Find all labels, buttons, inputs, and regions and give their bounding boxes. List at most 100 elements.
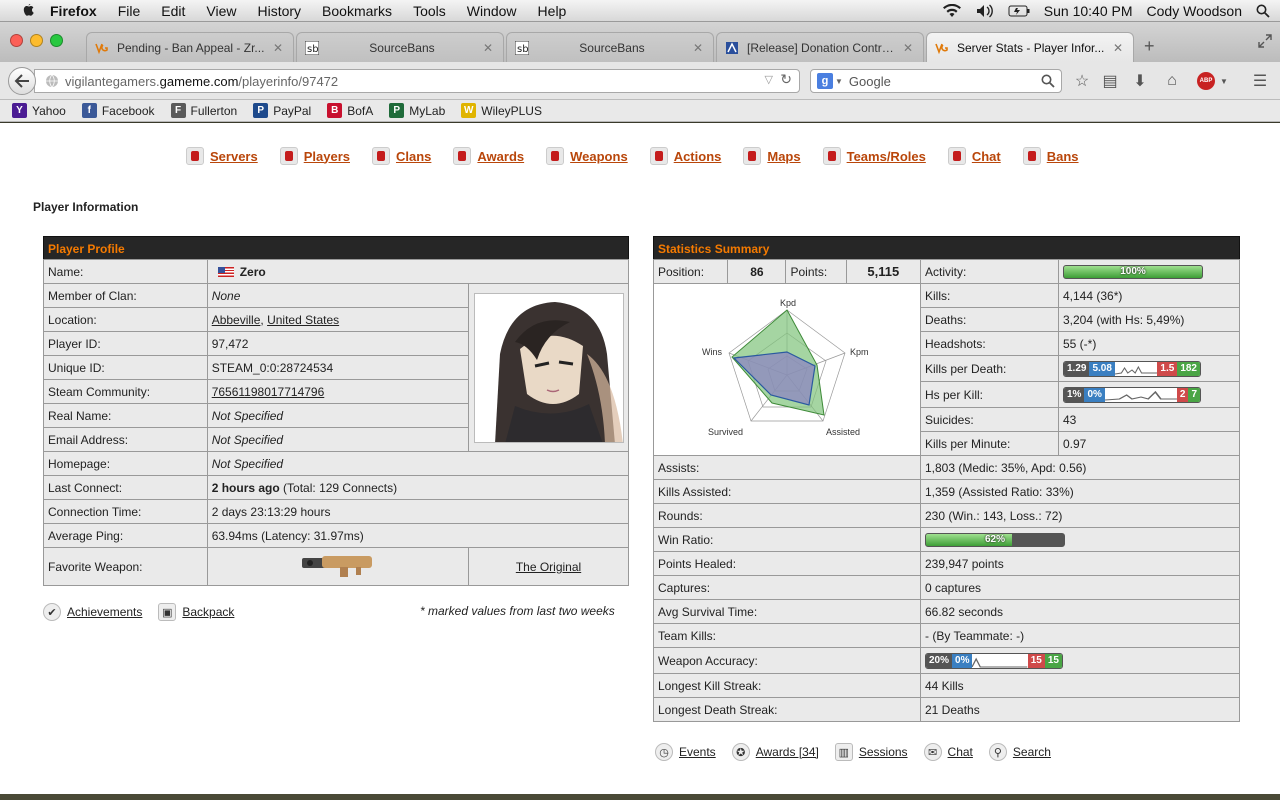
wifi-icon[interactable] bbox=[942, 4, 962, 18]
close-window-button[interactable] bbox=[10, 34, 23, 47]
awards-label[interactable]: Awards [34] bbox=[756, 745, 819, 759]
nav-link[interactable]: Weapons bbox=[570, 149, 628, 164]
url-bar[interactable]: vigilantegamers. gameme.com/playerinfo/97… bbox=[34, 69, 800, 93]
tab-sourcebans-1[interactable]: sb SourceBans ✕ bbox=[296, 32, 504, 62]
close-tab-icon[interactable]: ✕ bbox=[1113, 41, 1123, 55]
nav-link[interactable]: Chat bbox=[972, 149, 1001, 164]
search-icon[interactable] bbox=[1041, 74, 1055, 88]
downloads-icon[interactable]: ⬇ bbox=[1130, 71, 1150, 91]
clock[interactable]: Sun 10:40 PM bbox=[1044, 3, 1133, 19]
tab-donation-control[interactable]: [Release] Donation Contro... ✕ bbox=[716, 32, 924, 62]
volume-icon[interactable] bbox=[976, 4, 994, 18]
sessions-label[interactable]: Sessions bbox=[859, 745, 908, 759]
nav-link[interactable]: Maps bbox=[767, 149, 800, 164]
row-label: Headshots: bbox=[920, 331, 1059, 356]
nav-bans[interactable]: Bans bbox=[1022, 147, 1079, 165]
menu-tools[interactable]: Tools bbox=[413, 3, 446, 19]
average-ping-value: 63.94ms (Latency: 31.97ms) bbox=[206, 523, 630, 548]
close-tab-icon[interactable]: ✕ bbox=[273, 41, 283, 55]
bookmark-paypal[interactable]: P PayPal bbox=[253, 103, 311, 118]
google-search-engine-icon[interactable]: g bbox=[817, 73, 833, 89]
close-tab-icon[interactable]: ✕ bbox=[903, 41, 913, 55]
hamburger-menu-icon[interactable]: ☰ bbox=[1250, 71, 1270, 91]
magnifier-icon: ⚲ bbox=[988, 743, 1007, 761]
tab-ban-appeal[interactable]: Pending - Ban Appeal - Zr... ✕ bbox=[86, 32, 294, 62]
menu-history[interactable]: History bbox=[257, 3, 301, 19]
new-tab-button[interactable]: + bbox=[1144, 36, 1155, 57]
nav-link[interactable]: Players bbox=[304, 149, 350, 164]
search-link[interactable]: ⚲ Search bbox=[988, 743, 1051, 761]
rocket-launcher-icon[interactable] bbox=[300, 552, 376, 578]
reload-icon[interactable]: ↻ bbox=[780, 71, 792, 88]
bookmark-bofa[interactable]: B BofA bbox=[327, 103, 373, 118]
apple-icon[interactable] bbox=[20, 3, 36, 19]
menu-view[interactable]: View bbox=[206, 3, 236, 19]
nav-actions[interactable]: Actions bbox=[649, 147, 722, 165]
backpack-link[interactable]: ▣ Backpack bbox=[158, 603, 234, 621]
adblock-dropdown-icon[interactable]: ▼ bbox=[1214, 71, 1234, 91]
achievements-link[interactable]: ✔ Achievements bbox=[43, 603, 142, 621]
row-label: Kills per Minute: bbox=[920, 431, 1059, 456]
tab-server-stats[interactable]: Server Stats - Player Infor... ✕ bbox=[926, 32, 1134, 62]
nav-teams-roles[interactable]: Teams/Roles bbox=[822, 147, 926, 165]
awards-link[interactable]: ✪ Awards [34] bbox=[731, 743, 819, 761]
menu-file[interactable]: File bbox=[118, 3, 141, 19]
row-label: Player ID: bbox=[43, 331, 208, 356]
bookmark-star-icon[interactable]: ☆ bbox=[1072, 71, 1092, 91]
chat-label[interactable]: Chat bbox=[948, 745, 973, 759]
events-link[interactable]: ◷ Events bbox=[655, 743, 716, 761]
chat-link[interactable]: ✉ Chat bbox=[923, 743, 973, 761]
search-label[interactable]: Search bbox=[1013, 745, 1051, 759]
achievements-label[interactable]: Achievements bbox=[67, 605, 142, 619]
nav-link[interactable]: Actions bbox=[674, 149, 722, 164]
menu-app-firefox[interactable]: Firefox bbox=[50, 3, 97, 19]
home-icon[interactable]: ⌂ bbox=[1162, 71, 1182, 91]
spotlight-search-icon[interactable] bbox=[1256, 4, 1270, 18]
adblock-icon[interactable]: ABP bbox=[1196, 71, 1216, 91]
nav-players[interactable]: Players bbox=[279, 147, 350, 165]
bookmark-mylab[interactable]: P MyLab bbox=[389, 103, 445, 118]
menu-help[interactable]: Help bbox=[538, 3, 567, 19]
nav-servers[interactable]: Servers bbox=[186, 147, 258, 165]
zoom-window-button[interactable] bbox=[50, 34, 63, 47]
wa-recent: 0% bbox=[952, 653, 973, 668]
backpack-label[interactable]: Backpack bbox=[182, 605, 234, 619]
nav-chat[interactable]: Chat bbox=[947, 147, 1001, 165]
bookmark-facebook[interactable]: f Facebook bbox=[81, 103, 155, 118]
bookmark-wileyplus[interactable]: W WileyPLUS bbox=[461, 103, 542, 118]
menu-window[interactable]: Window bbox=[467, 3, 517, 19]
menu-bookmarks[interactable]: Bookmarks bbox=[322, 3, 392, 19]
reading-list-icon[interactable]: ▤ bbox=[1100, 71, 1120, 91]
user-name[interactable]: Cody Woodson bbox=[1147, 3, 1242, 19]
favorite-weapon-link[interactable]: The Original bbox=[516, 560, 581, 574]
url-dropdown-icon[interactable]: ▽ bbox=[765, 73, 773, 86]
steam-community-link[interactable]: 76561198017714796 bbox=[212, 385, 325, 399]
close-tab-icon[interactable]: ✕ bbox=[693, 41, 703, 55]
fullscreen-icon[interactable] bbox=[1258, 34, 1272, 48]
battery-icon[interactable] bbox=[1008, 5, 1030, 17]
nav-awards[interactable]: Awards bbox=[453, 147, 524, 165]
sessions-link[interactable]: ▥ Sessions bbox=[834, 743, 908, 761]
nav-maps[interactable]: Maps bbox=[743, 147, 801, 165]
bookmark-yahoo[interactable]: Y Yahoo bbox=[12, 103, 66, 118]
tab-sourcebans-2[interactable]: sb SourceBans ✕ bbox=[506, 32, 714, 62]
nav-link[interactable]: Bans bbox=[1047, 149, 1079, 164]
nav-link[interactable]: Teams/Roles bbox=[847, 149, 926, 164]
nav-link[interactable]: Awards bbox=[477, 149, 524, 164]
nav-link[interactable]: Clans bbox=[396, 149, 431, 164]
real-name-value: Not Specified bbox=[206, 403, 470, 428]
nav-clans[interactable]: Clans bbox=[371, 147, 431, 165]
nav-weapons[interactable]: Weapons bbox=[546, 147, 628, 165]
activity-bar-cell: 100% bbox=[1058, 259, 1240, 284]
back-button[interactable] bbox=[8, 67, 36, 95]
location-country-link[interactable]: United States bbox=[267, 313, 339, 327]
location-city-link[interactable]: Abbeville bbox=[212, 313, 261, 327]
minimize-window-button[interactable] bbox=[30, 34, 43, 47]
row-label: Activity: bbox=[920, 259, 1059, 284]
search-bar[interactable]: g ▼ Google bbox=[810, 69, 1062, 93]
menu-edit[interactable]: Edit bbox=[161, 3, 185, 19]
close-tab-icon[interactable]: ✕ bbox=[483, 41, 493, 55]
events-label[interactable]: Events bbox=[679, 745, 716, 759]
bookmark-fullerton[interactable]: F Fullerton bbox=[170, 103, 237, 118]
nav-link[interactable]: Servers bbox=[210, 149, 258, 164]
